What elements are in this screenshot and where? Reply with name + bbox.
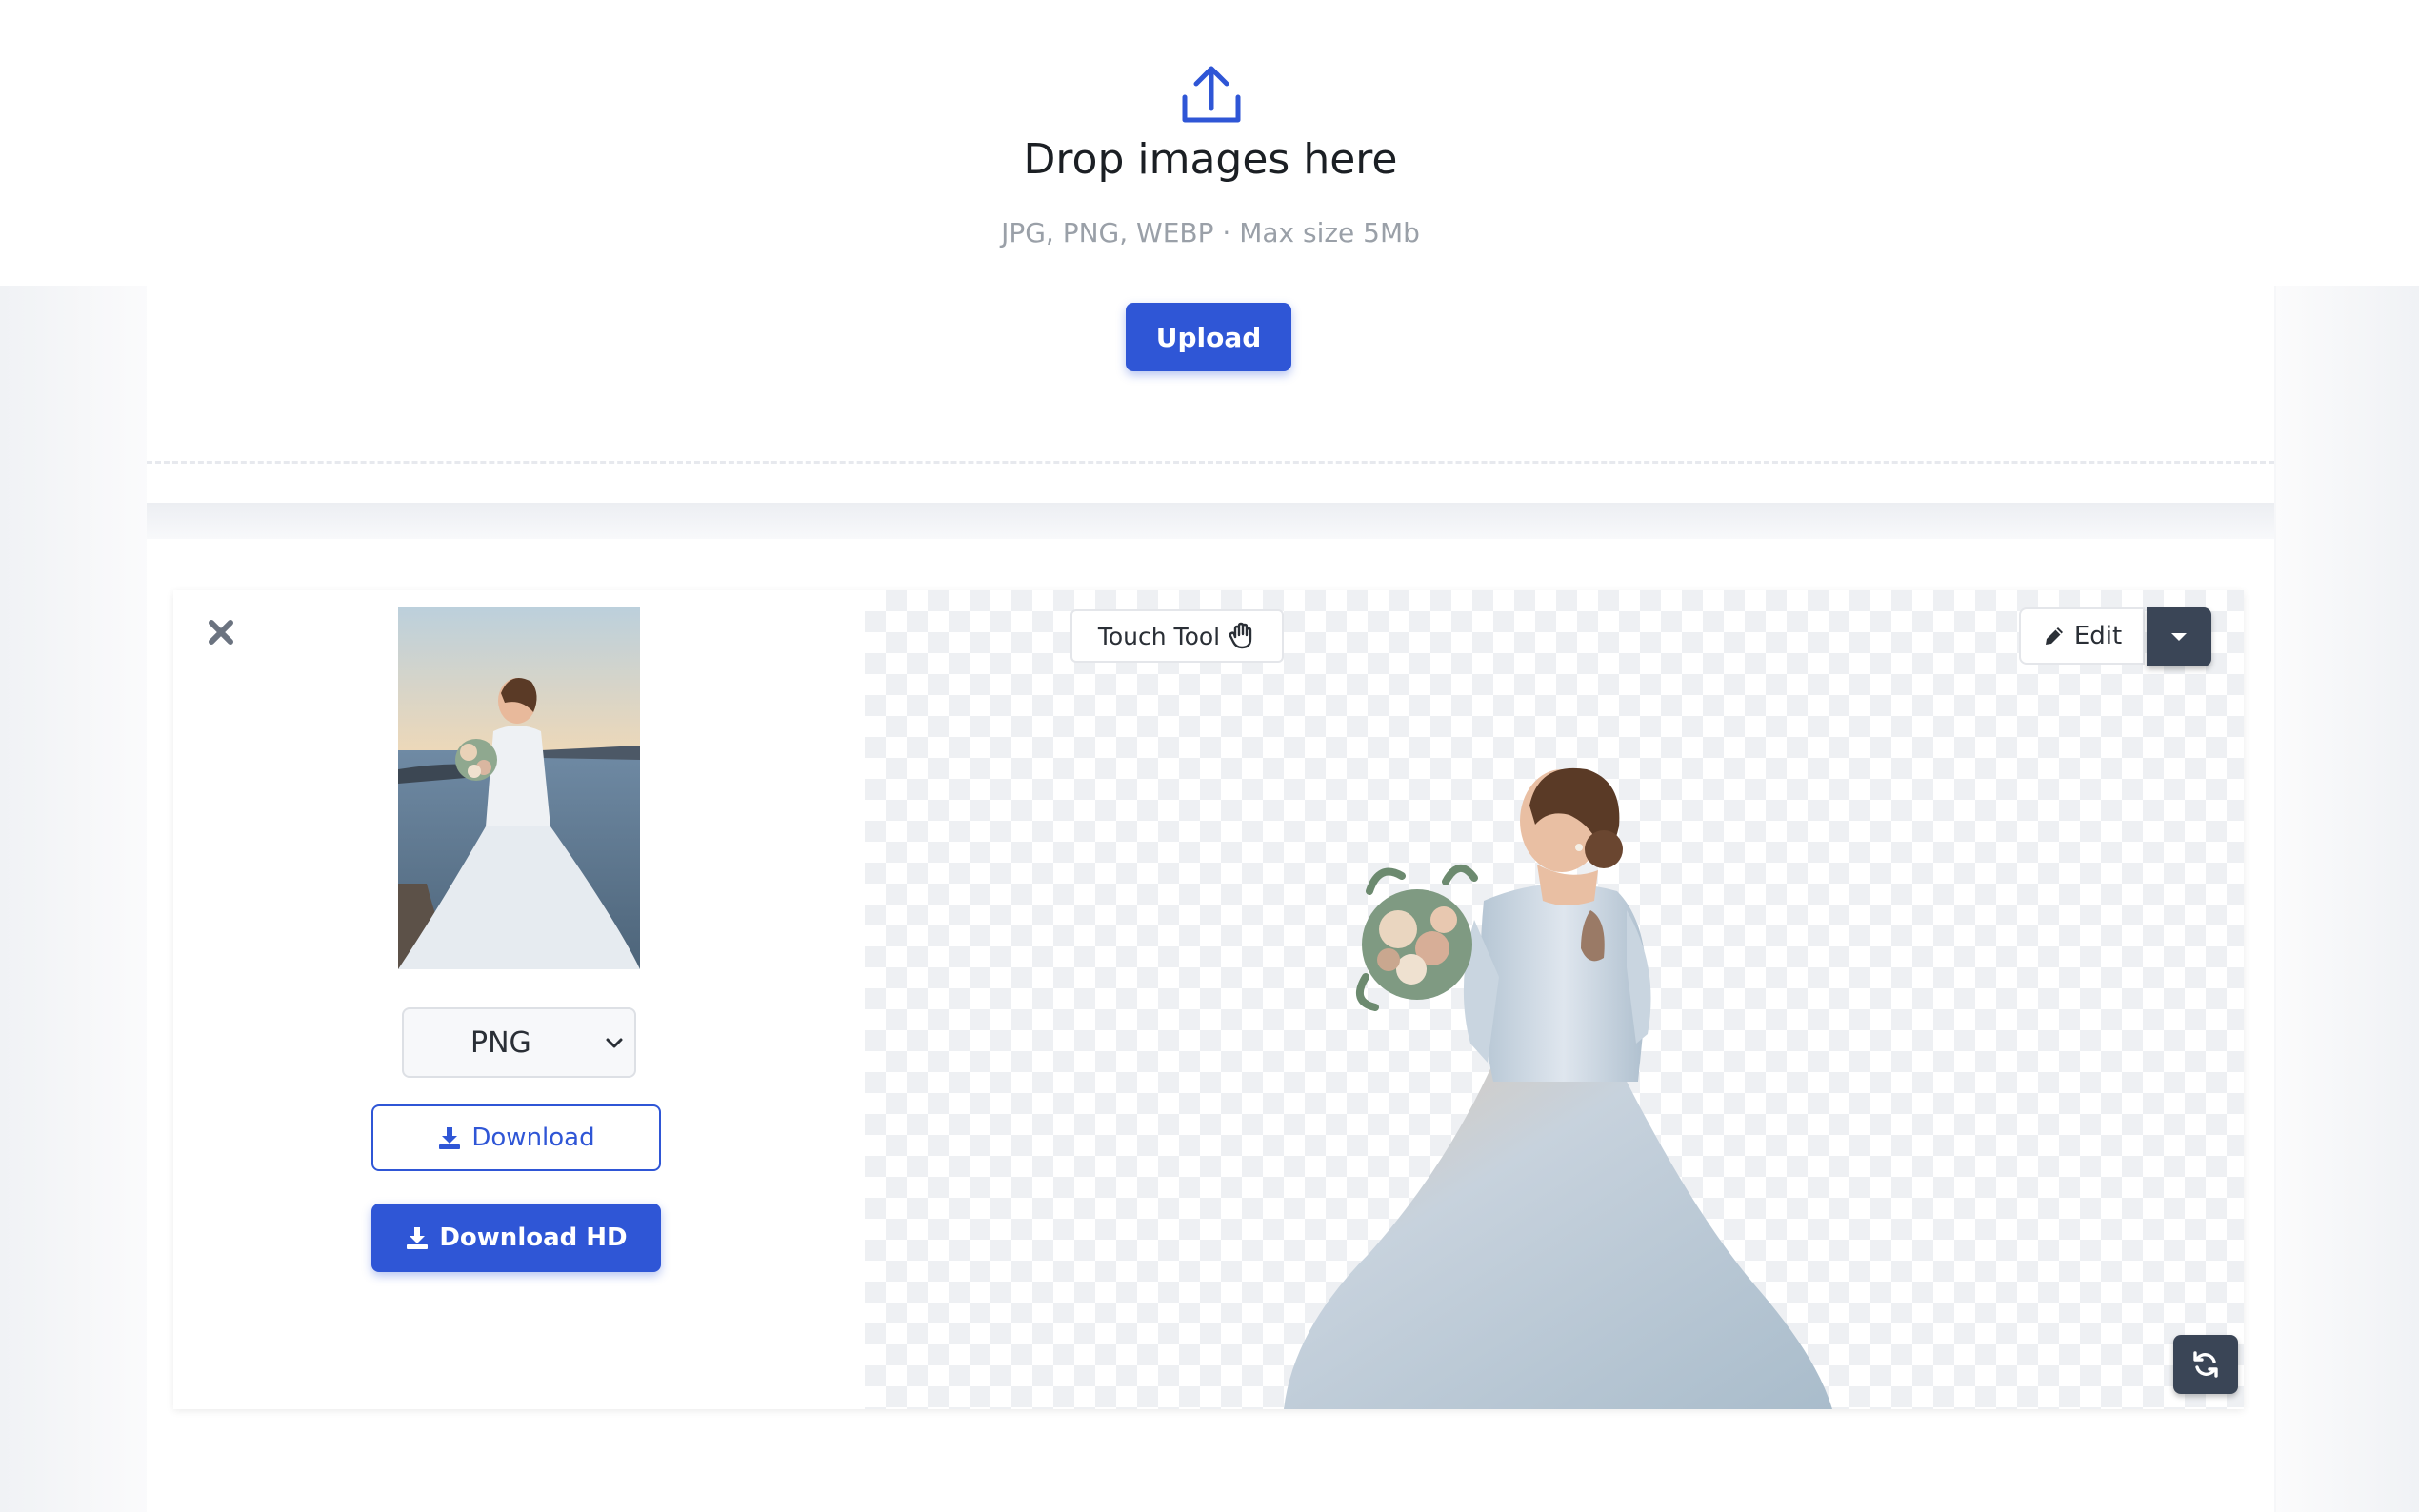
close-icon[interactable] — [202, 613, 240, 651]
download-icon — [407, 1227, 429, 1249]
image-drop-zone[interactable]: Drop images here JPG, PNG, WEBP · Max si… — [147, 0, 2274, 464]
download-button[interactable]: Download — [371, 1104, 661, 1171]
download-label: Download — [471, 1124, 595, 1152]
background-removed-preview: Touch Tool Edit — [865, 590, 2244, 1409]
chevron-down-icon — [606, 1038, 623, 1048]
caret-down-icon — [2171, 633, 2187, 641]
download-icon — [439, 1127, 461, 1149]
edit-button[interactable]: Edit — [2019, 607, 2145, 665]
page-background-left — [0, 238, 152, 1512]
edit-label: Edit — [2073, 622, 2123, 650]
touch-tool-button[interactable]: Touch Tool — [1070, 609, 1284, 663]
hand-icon — [1229, 622, 1252, 649]
upload-button[interactable]: Upload — [1126, 303, 1291, 371]
format-select[interactable]: PNG — [402, 1007, 636, 1078]
download-hd-button[interactable]: Download HD — [371, 1204, 661, 1272]
refresh-icon — [2193, 1351, 2218, 1378]
touch-tool-label: Touch Tool — [1097, 622, 1221, 650]
refresh-button[interactable] — [2173, 1335, 2238, 1394]
pencil-icon — [2045, 627, 2063, 645]
upload-icon — [1182, 66, 1241, 123]
drop-title: Drop images here — [1023, 135, 1398, 184]
cutout-subject-image — [1284, 767, 1832, 1409]
drop-subtitle: JPG, PNG, WEBP · Max size 5Mb — [1001, 217, 1420, 249]
download-hd-label: Download HD — [439, 1224, 628, 1252]
format-selected-value: PNG — [470, 1026, 531, 1060]
original-image-thumbnail — [398, 607, 640, 969]
edit-options-dropdown-button[interactable] — [2147, 607, 2211, 666]
result-card: PNG Download Download HD Touch Tool Edit — [173, 590, 2244, 1409]
main-panel: Drop images here JPG, PNG, WEBP · Max si… — [147, 0, 2274, 1512]
section-divider — [147, 503, 2274, 539]
page-background-right — [2276, 238, 2419, 1512]
